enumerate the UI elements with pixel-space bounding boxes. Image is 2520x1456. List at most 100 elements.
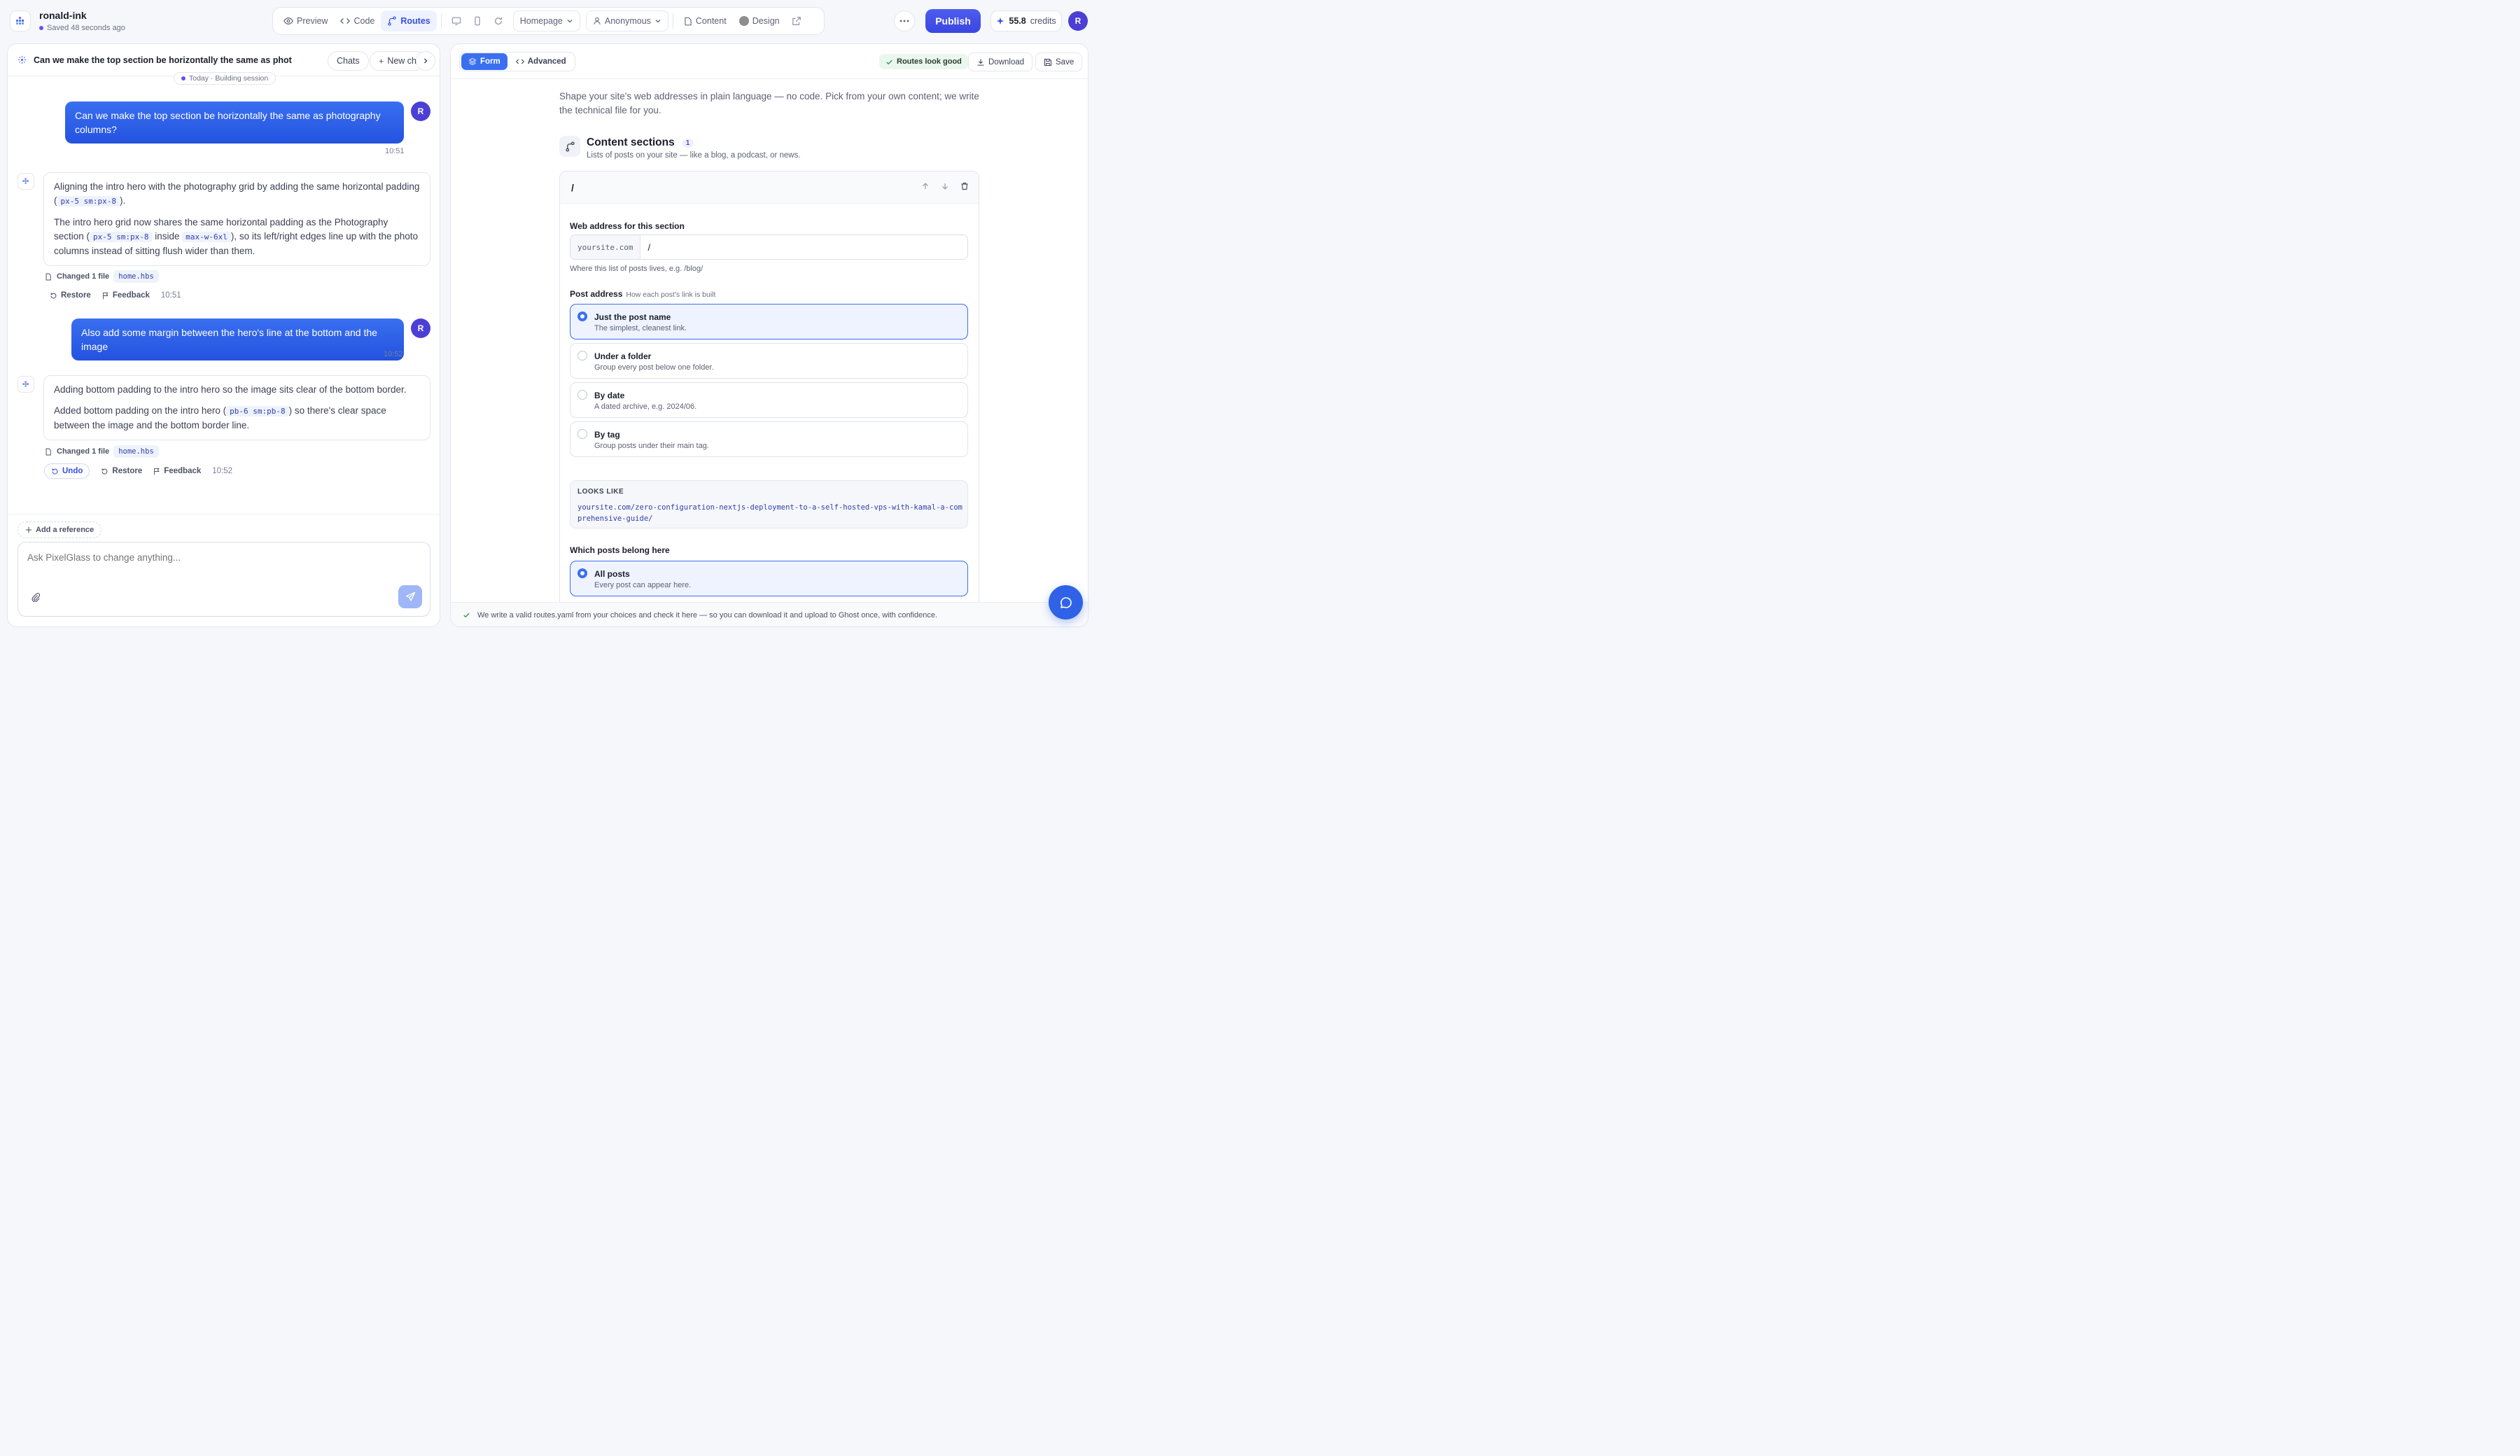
chat-bubble-icon — [1060, 596, 1072, 608]
post-address-option-tag[interactable]: By tag Group posts under their main tag. — [570, 421, 968, 457]
text: Added bottom padding on the intro hero ( — [54, 405, 227, 416]
design-button[interactable]: Design — [733, 10, 786, 31]
radio-button[interactable] — [578, 312, 587, 321]
more-options-button[interactable] — [894, 10, 915, 31]
content-button[interactable]: Content — [678, 10, 733, 31]
chat-support-button[interactable] — [1049, 585, 1083, 620]
undo-button[interactable]: Undo — [44, 463, 90, 479]
move-down-button[interactable] — [941, 182, 949, 190]
assistant-paragraph: Adding bottom padding to the intro hero … — [54, 384, 407, 395]
feedback-label: Feedback — [112, 291, 150, 300]
assistant-avatar — [18, 173, 34, 190]
session-badge: Today · Building session — [174, 72, 276, 85]
app-logo[interactable] — [10, 10, 31, 31]
move-up-button[interactable] — [921, 182, 930, 190]
plus-icon — [379, 58, 384, 64]
top-bar: ronald-ink Saved 48 seconds ago Preview … — [0, 0, 1098, 43]
download-icon — [977, 59, 984, 66]
delete-section-button[interactable] — [960, 182, 969, 190]
route-icon — [388, 16, 397, 26]
user-select[interactable]: Anonymous — [585, 10, 668, 31]
open-external-button[interactable] — [786, 10, 807, 31]
user-message: Can we make the top section be horizonta… — [65, 102, 404, 144]
routes-footer: We write a valid routes.yaml from your c… — [451, 602, 1088, 626]
phone-icon — [475, 16, 480, 26]
file-chip[interactable]: home.hbs — [113, 270, 159, 283]
post-address-label-text: Post address — [570, 289, 623, 299]
changed-files-label: Changed 1 file — [57, 272, 110, 281]
form-tab[interactable]: Form — [461, 53, 507, 70]
refresh-button[interactable] — [488, 10, 509, 31]
code-icon — [340, 18, 351, 24]
restore-icon — [102, 468, 108, 474]
status-dot — [39, 26, 43, 30]
desktop-view-button[interactable] — [446, 10, 467, 31]
restore-button[interactable]: Restore — [50, 291, 91, 300]
message-time: 10:51 — [161, 291, 181, 300]
post-address-option-date[interactable]: By date A dated archive, e.g. 2024/06. — [570, 382, 968, 418]
advanced-tab[interactable]: Advanced — [509, 53, 573, 70]
card-actions — [921, 182, 969, 190]
page-select[interactable]: Homepage — [512, 10, 580, 31]
chats-button[interactable]: Chats — [328, 51, 369, 71]
post-address-option-folder[interactable]: Under a folder Group every post below one… — [570, 343, 968, 379]
assistant-paragraph: The intro hero grid now shares the same … — [54, 216, 420, 258]
external-link-icon — [792, 17, 801, 25]
radio-button[interactable] — [578, 568, 587, 578]
which-posts-option-all[interactable]: All posts Every post can appear here. — [570, 561, 968, 596]
radio-button[interactable] — [578, 429, 587, 439]
message-time: 10:51 — [385, 147, 405, 155]
radio-button[interactable] — [578, 390, 587, 400]
inline-code: px-5 sm:px-8 — [90, 232, 153, 242]
send-icon — [405, 592, 415, 601]
add-reference-button[interactable]: Add a reference — [18, 522, 102, 538]
radio-button[interactable] — [578, 351, 587, 360]
download-button[interactable]: Download — [968, 52, 1033, 71]
code-icon — [515, 59, 524, 64]
project-name: ronald-ink — [39, 10, 87, 21]
publish-button[interactable]: Publish — [925, 9, 981, 33]
post-address-option-post-name[interactable]: Just the post name The simplest, cleanest… — [570, 304, 968, 340]
save-icon — [1044, 58, 1051, 66]
tab-preview[interactable]: Preview — [277, 10, 334, 31]
section-title-text: Content sections — [587, 136, 675, 148]
message-input[interactable] — [27, 552, 377, 563]
assistant-avatar — [18, 376, 34, 393]
user-icon — [594, 17, 601, 24]
feedback-button[interactable]: Feedback — [102, 291, 150, 300]
web-address-field: yoursite.com — [570, 234, 968, 260]
option-title: By date — [594, 391, 625, 400]
validation-badge: Routes look good — [879, 54, 968, 69]
check-icon — [886, 59, 892, 64]
refresh-icon — [494, 17, 502, 24]
web-address-hint: Where this list of posts lives, e.g. /bl… — [570, 265, 704, 273]
user-avatar: R — [411, 102, 430, 121]
restore-button[interactable]: Restore — [101, 467, 142, 475]
file-chip[interactable]: home.hbs — [113, 445, 159, 458]
url-path-input[interactable] — [640, 235, 967, 259]
restore-label: Restore — [61, 291, 91, 300]
feedback-button[interactable]: Feedback — [153, 467, 201, 475]
undo-label: Undo — [62, 467, 83, 475]
changed-files-label: Changed 1 file — [57, 447, 110, 456]
post-address-label: Post address How each post's link is buil… — [570, 289, 715, 299]
sparkle-icon — [997, 17, 1004, 25]
route-icon — [559, 136, 580, 157]
tab-routes[interactable]: Routes — [381, 10, 437, 31]
session-dot — [181, 76, 186, 80]
attach-button[interactable] — [31, 592, 41, 602]
send-button[interactable] — [398, 585, 422, 608]
chevron-right-icon — [424, 58, 428, 64]
pixel-logo-icon — [22, 381, 29, 387]
trash-icon — [961, 182, 968, 190]
content-button-label: Content — [695, 16, 727, 26]
assistant-paragraph: Aligning the intro hero with the photogr… — [54, 180, 420, 209]
save-button[interactable]: Save — [1035, 52, 1083, 71]
credits-badge[interactable]: 55.8 credits — [990, 10, 1062, 31]
url-preview: LOOKS LIKE yoursite.com/zero-configurati… — [570, 480, 968, 528]
user-avatar[interactable]: R — [1068, 11, 1088, 31]
tab-code[interactable]: Code — [334, 10, 381, 31]
collapse-panel-button[interactable] — [416, 51, 435, 71]
credits-label: credits — [1030, 16, 1056, 26]
mobile-view-button[interactable] — [467, 10, 488, 31]
